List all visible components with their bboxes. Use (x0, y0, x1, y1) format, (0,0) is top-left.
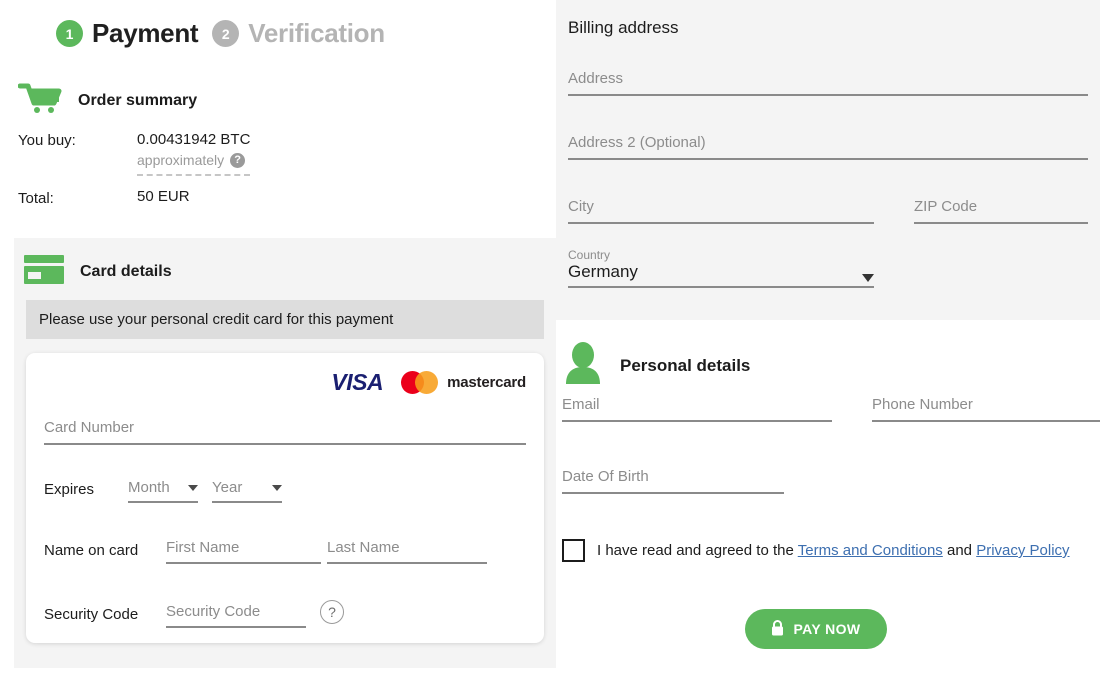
step-2-badge: 2 (212, 20, 240, 47)
step-1-label: Payment (92, 18, 199, 48)
phone-placeholder: Phone Number (872, 396, 973, 413)
card-details-panel: Card details Please use your personal cr… (14, 238, 556, 668)
lock-icon (771, 619, 784, 639)
step-2-label: Verification (248, 18, 385, 48)
terms-and-word: and (946, 542, 973, 559)
credit-card-icon (24, 255, 64, 289)
first-name-placeholder: First Name (166, 539, 240, 556)
pay-now-button[interactable]: PAY NOW (745, 609, 887, 649)
mastercard-logo: mastercard (401, 370, 526, 394)
step-verification[interactable]: 2 Verification (212, 18, 385, 49)
you-buy-approx-row: approximately ? (137, 150, 250, 170)
mastercard-circles-icon (401, 370, 439, 394)
security-code-field[interactable]: Security Code (166, 603, 306, 628)
step-indicator: 1 Payment 2 Verification (56, 18, 385, 49)
you-buy-value: 0.00431942 BTC approximately ? (137, 130, 538, 176)
expiry-year-select[interactable]: Year (212, 479, 282, 503)
terms-prefix: I have read and agreed to the (597, 542, 794, 559)
email-placeholder: Email (562, 396, 600, 413)
expiry-month-placeholder: Month (128, 479, 170, 496)
zip-field[interactable]: ZIP Code (914, 198, 1088, 224)
country-select-text: Country Germany (568, 248, 638, 282)
zip-placeholder: ZIP Code (914, 198, 978, 215)
order-row-total: Total: 50 EUR (18, 188, 538, 207)
step-payment[interactable]: 1 Payment (56, 18, 199, 49)
card-details-notice: Please use your personal credit card for… (26, 300, 544, 339)
chevron-down-icon (272, 484, 282, 491)
you-buy-approx-text: approximately (137, 152, 225, 168)
chevron-down-icon (188, 484, 198, 491)
security-code-placeholder: Security Code (166, 603, 261, 620)
personal-details-header: Personal details (564, 342, 750, 389)
last-name-field[interactable]: Last Name (327, 539, 487, 564)
security-code-label: Security Code (44, 606, 139, 623)
accepted-brands: VISA mastercard (44, 367, 526, 397)
city-placeholder: City (568, 198, 594, 215)
you-buy-amount-box: 0.00431942 BTC approximately ? (137, 130, 251, 176)
expires-label: Expires (44, 481, 95, 498)
total-label: Total: (18, 190, 54, 207)
email-field[interactable]: Email (562, 396, 832, 422)
order-summary-header: Order summary (17, 82, 538, 120)
address-placeholder: Address (568, 70, 624, 87)
card-form: VISA mastercard Card Number Expires Mont… (26, 353, 544, 643)
security-code-row: Security Code Security Code ? (44, 600, 526, 628)
address-field[interactable]: Address (568, 70, 1088, 96)
pay-now-label: PAY NOW (793, 621, 861, 637)
country-select[interactable]: Country Germany (568, 248, 874, 288)
billing-address-title: Billing address (568, 18, 679, 37)
date-of-birth-field[interactable]: Date Of Birth (562, 468, 784, 494)
you-buy-label: You buy: (18, 132, 76, 149)
person-icon (564, 342, 602, 389)
personal-details-section: Personal details Email Phone Number Date… (556, 324, 1100, 673)
country-value: Germany (568, 262, 638, 281)
terms-checkbox[interactable] (562, 539, 585, 562)
terms-text: I have read and agreed to the Terms and … (597, 542, 1070, 559)
expiry-year-placeholder: Year (212, 479, 243, 496)
left-column: 1 Payment 2 Verification Order summary Y… (0, 0, 556, 673)
visa-logo: VISA (331, 368, 384, 395)
country-label: Country (568, 248, 611, 262)
mastercard-wordmark: mastercard (447, 373, 526, 391)
order-summary-section: Order summary You buy: 0.00431942 BTC ap… (17, 82, 538, 207)
personal-details-title: Personal details (620, 355, 751, 375)
city-field[interactable]: City (568, 198, 874, 224)
card-details-title: Card details (80, 263, 172, 280)
order-row-you-buy: You buy: 0.00431942 BTC approximately ? (18, 130, 538, 176)
card-number-field[interactable]: Card Number (44, 419, 526, 445)
phone-field[interactable]: Phone Number (872, 396, 1100, 422)
chevron-down-icon (862, 274, 874, 282)
right-column: Billing address Address Address 2 (Optio… (556, 0, 1100, 673)
expires-row: Expires Month Year (44, 479, 526, 503)
dob-placeholder: Date Of Birth (562, 468, 649, 485)
last-name-placeholder: Last Name (327, 539, 400, 556)
total-amount: 50 EUR (137, 188, 190, 205)
address2-field[interactable]: Address 2 (Optional) (568, 134, 1088, 160)
first-name-field[interactable]: First Name (166, 539, 321, 564)
terms-agreement-row: I have read and agreed to the Terms and … (562, 539, 1070, 562)
name-on-card-label: Name on card (44, 542, 139, 559)
address2-placeholder: Address 2 (Optional) (568, 134, 706, 151)
pay-button-wrapper: PAY NOW (556, 609, 1076, 649)
shopping-cart-icon (17, 83, 62, 120)
privacy-policy-link[interactable]: Privacy Policy (976, 542, 1069, 559)
order-summary-rows: You buy: 0.00431942 BTC approximately ? … (18, 130, 538, 207)
order-summary-title: Order summary (78, 92, 198, 109)
help-circle-outline-icon[interactable]: ? (320, 600, 344, 624)
card-number-placeholder: Card Number (44, 419, 135, 436)
step-1-badge: 1 (56, 20, 83, 47)
name-on-card-row: Name on card First Name Last Name (44, 539, 526, 564)
card-details-header: Card details (14, 238, 556, 292)
you-buy-amount: 0.00431942 BTC (137, 131, 251, 148)
payment-page: 1 Payment 2 Verification Order summary Y… (0, 0, 1100, 673)
help-circle-icon[interactable]: ? (230, 152, 246, 168)
expiry-month-select[interactable]: Month (128, 479, 198, 503)
billing-address-section: Billing address Address Address 2 (Optio… (556, 0, 1100, 320)
terms-and-conditions-link[interactable]: Terms and Conditions (798, 542, 943, 559)
